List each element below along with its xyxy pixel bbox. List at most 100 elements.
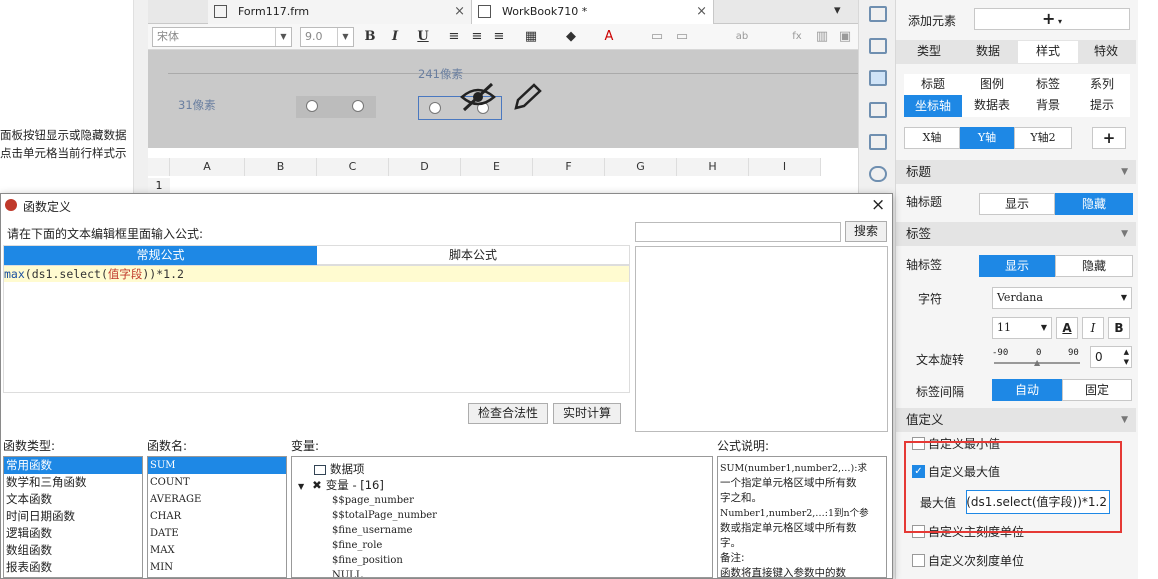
func-name-list[interactable]: SUM COUNT AVERAGE CHAR DATE MAX MIN <box>147 456 287 578</box>
add-axis-button[interactable]: + <box>1092 127 1126 149</box>
spreadsheet-grid[interactable]: A B C D E F G H I 1 <box>148 148 858 198</box>
column-header[interactable]: C <box>317 158 389 176</box>
subtab-background[interactable]: 背景 <box>1022 95 1074 117</box>
tab-type[interactable]: 类型 <box>900 41 958 63</box>
close-icon[interactable]: × <box>871 195 885 215</box>
column-header[interactable]: F <box>533 158 605 176</box>
column-header[interactable]: E <box>461 158 533 176</box>
spacing-auto-button[interactable]: 自动 <box>992 379 1062 401</box>
axis-tab-y[interactable]: Y轴 <box>960 127 1014 149</box>
font-color-icon[interactable]: A <box>600 28 618 46</box>
slider-handle-icon[interactable]: ▲ <box>1034 358 1040 367</box>
edit-pencil-icon[interactable] <box>510 82 544 114</box>
list-item[interactable]: $$totalPage_number <box>332 508 437 523</box>
form-design-area[interactable]: 241像素 31像素 <box>148 50 858 148</box>
var-tree[interactable]: 数据项 ▼ ✖ 变量 - [16] $$page_number $$totalPag… <box>291 456 713 578</box>
list-item[interactable]: DATE <box>148 525 286 542</box>
tab-effect[interactable]: 特效 <box>1078 41 1134 63</box>
list-item[interactable]: COUNT <box>148 474 286 491</box>
list-item[interactable]: MIN <box>148 559 286 576</box>
value-def-header[interactable]: 值定义 ▼ <box>896 408 1136 432</box>
hide-eye-icon[interactable] <box>458 80 498 114</box>
list-item[interactable]: MAX <box>148 542 286 559</box>
check-validity-button[interactable]: 检查合法性 <box>468 403 548 424</box>
axis-tab-x[interactable]: X轴 <box>904 127 960 149</box>
tab-normal-formula[interactable]: 常规公式 <box>4 246 317 265</box>
realtime-calc-button[interactable]: 实时计算 <box>553 403 621 424</box>
subtab-label[interactable]: 标签 <box>1022 74 1074 96</box>
subtab-title[interactable]: 标题 <box>904 74 962 96</box>
align-center-icon[interactable]: ≡ <box>468 28 486 46</box>
merge-icon[interactable]: ▭ <box>648 28 666 46</box>
italic-button[interactable]: I <box>1082 317 1104 339</box>
list-item[interactable]: SUM <box>148 457 286 474</box>
section-label-header[interactable]: 标签 ▼ <box>896 222 1136 246</box>
text-icon[interactable]: ab <box>733 28 751 46</box>
bold-button[interactable]: B <box>361 28 379 46</box>
chart-props-icon[interactable] <box>869 70 887 86</box>
axis-tab-y2[interactable]: Y轴2 <box>1014 127 1072 149</box>
tab-data[interactable]: 数据 <box>958 41 1018 63</box>
close-icon[interactable]: × <box>696 0 707 24</box>
link-icon[interactable] <box>869 166 887 182</box>
border-icon[interactable]: ▦ <box>522 28 540 46</box>
align-left-icon[interactable]: ≡ <box>445 28 463 46</box>
section-title-header[interactable]: 标题 ▼ <box>896 160 1136 184</box>
search-button[interactable]: 搜索 <box>845 221 887 242</box>
tree-item-vars[interactable]: ▼ ✖ 变量 - [16] <box>298 477 384 493</box>
list-item[interactable]: 时间日期函数 <box>4 508 142 525</box>
tree-item-data[interactable]: 数据项 <box>314 461 365 477</box>
subtab-tooltip[interactable]: 提示 <box>1074 95 1130 117</box>
func-type-list[interactable]: 常用函数 数学和三角函数 文本函数 时间日期函数 逻辑函数 数组函数 报表函数 <box>3 456 143 578</box>
subtab-axis[interactable]: 坐标轴 <box>904 95 962 117</box>
list-item[interactable]: $$page_number <box>332 493 437 508</box>
collapse-icon[interactable]: ▼ <box>298 482 304 491</box>
list-item[interactable]: CHAR <box>148 508 286 525</box>
spacing-fixed-button[interactable]: 固定 <box>1062 379 1132 401</box>
list-item[interactable]: 报表函数 <box>4 559 142 576</box>
tab-menu-icon[interactable]: ▾ <box>834 3 841 18</box>
font-select[interactable]: Verdana ▼ <box>992 287 1132 309</box>
list-item[interactable]: AVERAGE <box>148 491 286 508</box>
subtab-series[interactable]: 系列 <box>1074 74 1130 96</box>
tab-workbook710[interactable]: WorkBook710 * × <box>472 0 714 24</box>
list-item[interactable]: NULL <box>332 568 437 577</box>
format-icon[interactable]: ▭ <box>673 28 691 46</box>
list-item[interactable]: $fine_position <box>332 553 437 568</box>
add-element-button[interactable]: + ▾ <box>974 8 1130 30</box>
rotate-value-input[interactable]: 0 ▲ ▼ <box>1090 346 1132 368</box>
cell-props-icon[interactable] <box>869 6 887 22</box>
italic-button[interactable]: I <box>386 28 404 46</box>
font-size-select[interactable]: 11 ▼ <box>992 317 1052 339</box>
chart-icon[interactable]: ▥ <box>813 28 831 46</box>
font-size-select[interactable]: 9.0 ▼ <box>300 27 354 47</box>
layer-icon[interactable] <box>869 134 887 150</box>
search-results[interactable] <box>635 246 888 432</box>
column-header[interactable]: H <box>677 158 749 176</box>
bold-button[interactable]: B <box>1108 317 1130 339</box>
underline-button[interactable]: U <box>414 28 432 46</box>
widget-icon[interactable] <box>869 38 887 54</box>
list-item[interactable]: 常用函数 <box>4 457 142 474</box>
list-item[interactable]: 数学和三角函数 <box>4 474 142 491</box>
search-input[interactable] <box>635 222 841 242</box>
tab-style[interactable]: 样式 <box>1018 41 1078 63</box>
formula-editor[interactable]: max(ds1.select(值字段))*1.2 <box>3 265 630 393</box>
subtab-datasheet[interactable]: 数据表 <box>962 95 1022 117</box>
column-header[interactable]: G <box>605 158 677 176</box>
list-item[interactable]: 文本函数 <box>4 491 142 508</box>
container-icon[interactable] <box>869 102 887 118</box>
column-header[interactable]: D <box>389 158 461 176</box>
image-icon[interactable]: ▣ <box>836 28 854 46</box>
custom-minor-unit-checkbox[interactable] <box>912 554 925 567</box>
tab-script-formula[interactable]: 脚本公式 <box>317 246 629 265</box>
subtab-legend[interactable]: 图例 <box>962 74 1022 96</box>
tab-form117[interactable]: Form117.frm × <box>208 0 472 24</box>
fill-color-icon[interactable]: ◆ <box>562 28 580 46</box>
close-icon[interactable]: × <box>454 0 465 24</box>
panel-scrollbar[interactable] <box>1138 0 1158 579</box>
font-name-select[interactable]: 宋体 ▼ <box>152 27 292 47</box>
align-right-icon[interactable]: ≡ <box>490 28 508 46</box>
list-item[interactable]: 数组函数 <box>4 542 142 559</box>
column-header[interactable]: B <box>245 158 317 176</box>
